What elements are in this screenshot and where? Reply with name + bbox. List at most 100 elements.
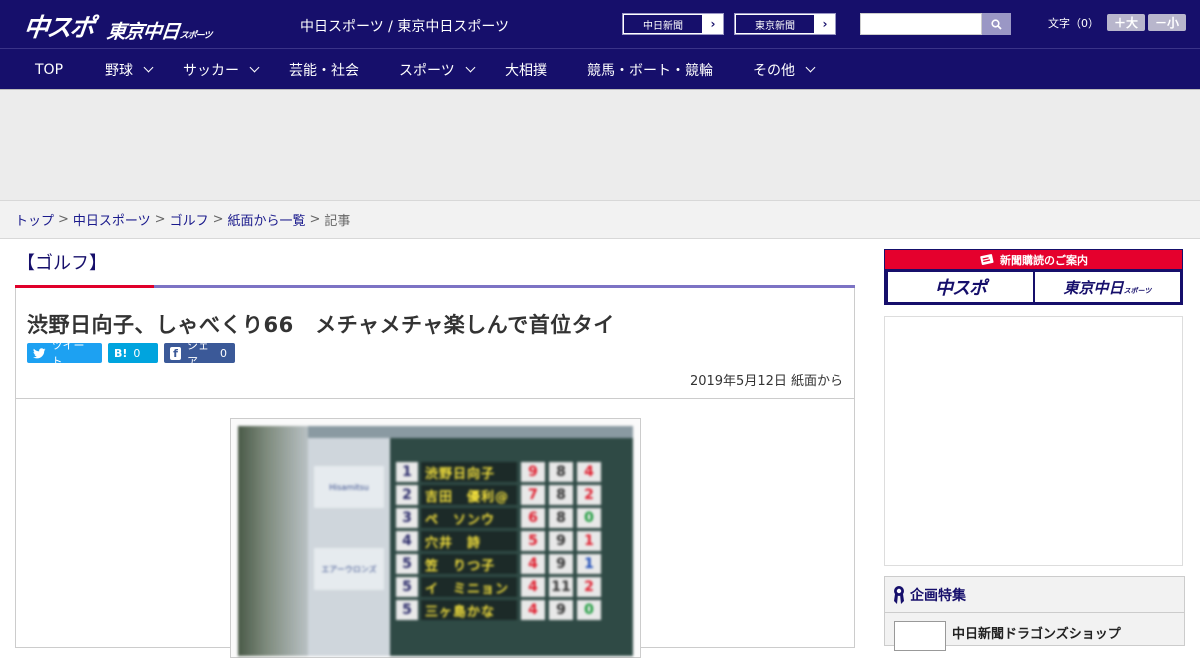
article-photo[interactable]: Hisamitsu エアーウロンズ 1 渋野日向子 9 8 4 2 吉田 優利@… xyxy=(238,426,633,656)
leaderboard: 1 渋野日向子 9 8 4 2 吉田 優利@ 7 8 2 3 ペ ソンウ 6 8… xyxy=(390,438,633,656)
breadcrumb-separator: > xyxy=(309,212,321,227)
breadcrumb-separator: > xyxy=(212,212,224,227)
breadcrumb-link-paper-list[interactable]: 紙面から一覧 xyxy=(228,210,306,229)
tweet-button[interactable]: ツイート xyxy=(27,339,102,368)
nav-label: 野球 xyxy=(105,62,133,79)
leaderboard-name: 三ヶ島かな xyxy=(421,600,517,620)
leaderboard-today: 1 xyxy=(577,554,601,574)
leaderboard-score: 5 xyxy=(521,531,545,551)
leaderboard-row: 3 ペ ソンウ 6 8 0 xyxy=(396,508,601,528)
leaderboard-score: 4 xyxy=(521,600,545,620)
feature-thumbnail xyxy=(894,621,946,651)
nav-item-entertainment[interactable]: 芸能・社会 xyxy=(289,49,359,90)
leaderboard-hole: 8 xyxy=(549,485,573,505)
subscription-box: 新聞購読のご案内 中スポ 東京中日スポーツ xyxy=(884,249,1183,305)
nav-item-other[interactable]: その他 xyxy=(753,49,816,90)
breadcrumb-link-top[interactable]: トップ xyxy=(15,210,54,229)
sponsor-logo: エアーウロンズ xyxy=(314,548,384,590)
leaderboard-rank: 5 xyxy=(396,577,418,597)
leaderboard-name: イ ミニョン xyxy=(421,577,517,597)
leaderboard-score: 9 xyxy=(521,462,545,482)
nav-item-sumo[interactable]: 大相撲 xyxy=(505,49,547,90)
paper-button-label: 東京新聞 xyxy=(735,14,815,34)
facebook-icon: f xyxy=(170,346,182,360)
nav-label: サッカー xyxy=(183,62,239,79)
search-icon xyxy=(991,18,1002,30)
leaderboard-name: ペ ソンウ xyxy=(421,508,517,528)
article-date: 2019年5月12日 紙面から xyxy=(689,374,843,389)
facebook-share-count: 0 xyxy=(220,346,227,360)
leaderboard-hole: 11 xyxy=(549,577,573,597)
sidebar-ad[interactable] xyxy=(884,316,1183,566)
site-name[interactable]: 中日スポーツ / 東京中日スポーツ xyxy=(300,16,509,36)
sponsor-logo: Hisamitsu xyxy=(314,466,384,508)
nav-label: 大相撲 xyxy=(505,62,547,79)
subscription-heading-text: 新聞購読のご案内 xyxy=(1000,253,1088,267)
nav-label: スポーツ xyxy=(399,62,455,79)
top-ad-banner[interactable] xyxy=(0,89,1200,200)
leaderboard-rank: 3 xyxy=(396,508,418,528)
tokyo-shimbun-button[interactable]: 東京新聞 › xyxy=(734,13,836,35)
nav-label: その他 xyxy=(753,62,795,79)
leaderboard-hole: 9 xyxy=(549,554,573,574)
chevron-right-icon: › xyxy=(710,17,716,31)
search-input[interactable] xyxy=(860,13,982,35)
feature-item[interactable]: 中日新聞ドラゴンズショップ xyxy=(894,621,1121,651)
article-headline: 渋野日向子、しゃべくり66 メチャメチャ楽しんで首位タイ xyxy=(27,313,615,337)
font-bigger-button[interactable]: ＋大 xyxy=(1107,14,1145,31)
chevron-right-icon: › xyxy=(822,17,828,31)
breadcrumb-link-chunichi-sports[interactable]: 中日スポーツ xyxy=(73,210,151,229)
subscription-heading: 新聞購読のご案内 xyxy=(885,250,1182,269)
leaderboard-hole: 9 xyxy=(549,531,573,551)
leaderboard-rank: 5 xyxy=(396,554,418,574)
subscribe-tokyo-chunichi-button[interactable]: 東京中日スポーツ xyxy=(1035,272,1180,302)
feature-section: 企画特集 中日新聞ドラゴンズショップ xyxy=(884,576,1185,651)
nav-label: TOP xyxy=(35,61,64,78)
leaderboard-today: 4 xyxy=(577,462,601,482)
leaderboard-row: 5 笠 りつ子 4 9 1 xyxy=(396,554,601,574)
leaderboard-row: 2 吉田 優利@ 7 8 2 xyxy=(396,485,601,505)
article-category: 【ゴルフ】 xyxy=(17,253,107,274)
leaderboard-score: 4 xyxy=(521,577,545,597)
feature-heading-text: 企画特集 xyxy=(910,587,966,604)
nav-item-soccer[interactable]: サッカー xyxy=(183,49,260,90)
leaderboard-rank: 2 xyxy=(396,485,418,505)
facebook-share-button[interactable]: f シェア 0 xyxy=(164,339,235,368)
nav-item-racing[interactable]: 競馬・ボート・競輪 xyxy=(587,49,713,90)
breadcrumb: トップ > 中日スポーツ > ゴルフ > 紙面から一覧 > 記事 xyxy=(0,200,1200,239)
leaderboard-row: 5 三ヶ島かな 4 9 0 xyxy=(396,600,601,620)
chunichi-shimbun-button[interactable]: 中日新聞 › xyxy=(622,13,724,35)
breadcrumb-current: 記事 xyxy=(324,214,351,229)
leaderboard-rank: 5 xyxy=(396,600,418,620)
main-nav: TOP 野球 サッカー 芸能・社会 スポーツ 大相撲 競馬・ボート・競輪 その他 xyxy=(0,48,1200,89)
leaderboard-today: 1 xyxy=(577,531,601,551)
nav-item-sports[interactable]: スポーツ xyxy=(399,49,476,90)
site-logo[interactable]: 中スポ 東京中日スポーツ xyxy=(22,8,212,44)
photo-background-trees xyxy=(238,426,308,656)
search-button[interactable] xyxy=(982,13,1011,35)
font-size-control: 文字（0） ＋大 －小 xyxy=(1048,14,1186,31)
font-smaller-button[interactable]: －小 xyxy=(1148,14,1186,31)
nav-item-top[interactable]: TOP xyxy=(35,49,63,90)
chevron-down-icon xyxy=(465,62,476,73)
site-search xyxy=(860,13,1011,35)
leaderboard-score: 4 xyxy=(521,554,545,574)
twitter-bird-icon xyxy=(33,347,46,358)
leaderboard-row: 5 イ ミニョン 4 11 2 xyxy=(396,577,601,597)
leaderboard-today: 2 xyxy=(577,485,601,505)
hatena-bookmark-button[interactable]: B! 0 xyxy=(108,343,158,363)
leaderboard-today: 0 xyxy=(577,600,601,620)
leaderboard-hole: 8 xyxy=(549,508,573,528)
feature-heading: 企画特集 xyxy=(885,577,1184,613)
newspaper-icon xyxy=(980,253,994,265)
leaderboard-name: 吉田 優利@ xyxy=(421,485,517,505)
leaderboard-rank: 1 xyxy=(396,462,418,482)
subscribe-chunichi-sports-button[interactable]: 中スポ xyxy=(888,272,1033,302)
breadcrumb-link-golf[interactable]: ゴルフ xyxy=(170,210,209,229)
leaderboard-name: 穴井 詩 xyxy=(421,531,517,551)
paper-button-label: 中日新聞 xyxy=(623,14,703,34)
article-divider xyxy=(16,398,854,399)
nav-item-baseball[interactable]: 野球 xyxy=(105,49,154,90)
article-card: 渋野日向子、しゃべくり66 メチャメチャ楽しんで首位タイ ツイート B! 0 f… xyxy=(15,288,855,658)
leaderboard-today: 0 xyxy=(577,508,601,528)
